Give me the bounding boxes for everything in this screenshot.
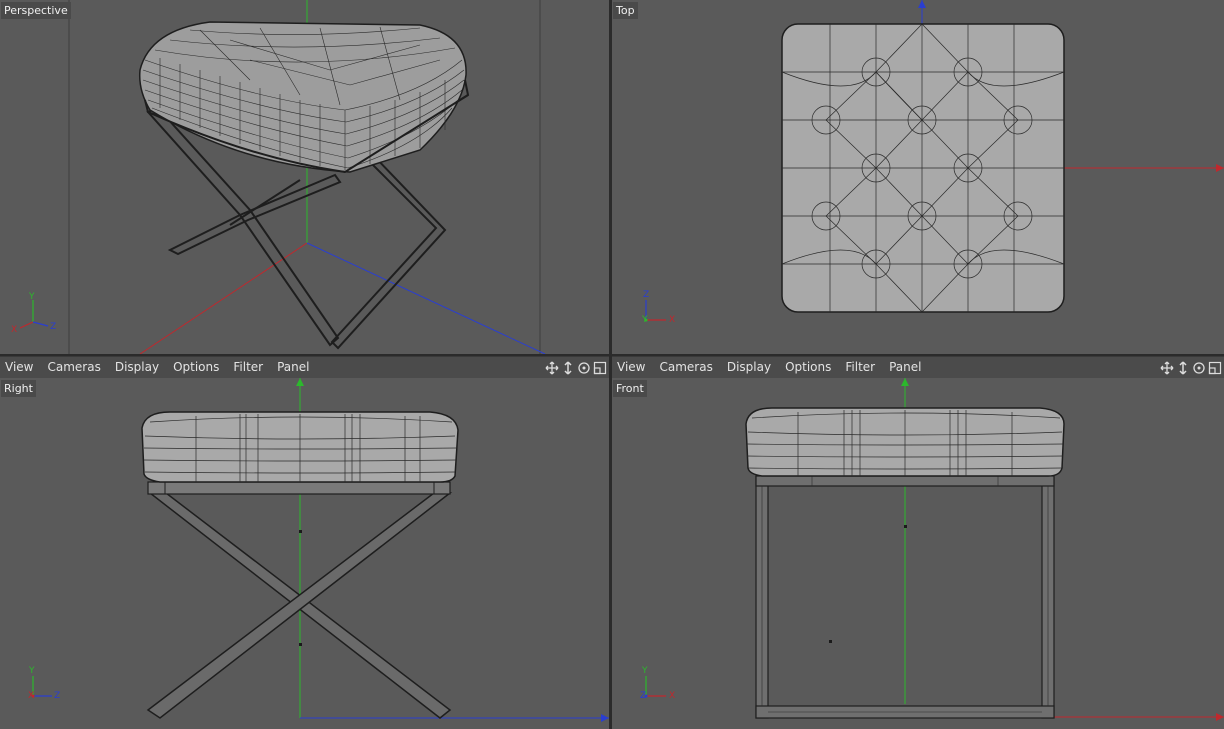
- menu-view[interactable]: View: [0, 357, 40, 378]
- maximize-view-icon[interactable]: [1208, 361, 1222, 375]
- stool-cushion: [745, 407, 1065, 477]
- gizmo-x-label: X: [28, 691, 35, 701]
- gizmo-z-label: Z: [643, 290, 650, 300]
- gizmo-x-label: X: [669, 315, 676, 325]
- scroll-view-icon[interactable]: [561, 360, 575, 375]
- front-viewport-menubar: View Cameras Display Options Filter Pane…: [612, 356, 1224, 379]
- front-viewport[interactable]: Front Y Z X: [612, 378, 1224, 729]
- gizmo-y-label: Y: [29, 292, 35, 302]
- perspective-axis-gizmo: [19, 300, 49, 329]
- move-view-icon[interactable]: [1160, 361, 1174, 375]
- stool-legs: [146, 492, 453, 719]
- viewport-title: Right: [1, 380, 36, 397]
- gizmo-y-label: Y: [642, 666, 648, 676]
- gizmo-y-label: Y: [29, 666, 35, 676]
- menu-filter[interactable]: Filter: [838, 357, 882, 378]
- stool-cushion: [141, 411, 459, 483]
- menu-filter[interactable]: Filter: [226, 357, 270, 378]
- gizmo-z-label: Z: [640, 691, 647, 701]
- front-scene: [644, 378, 1224, 721]
- rotate-view-icon[interactable]: [577, 361, 591, 375]
- menu-options[interactable]: Options: [166, 357, 226, 378]
- seat-frame: [147, 481, 451, 495]
- front-axis-gizmo: [644, 676, 666, 698]
- menu-cameras[interactable]: Cameras: [652, 357, 719, 378]
- gizmo-x-label: X: [669, 691, 676, 701]
- menu-display[interactable]: Display: [108, 357, 166, 378]
- gizmo-x-label: X: [11, 325, 18, 335]
- stool-cushion: [138, 21, 470, 174]
- menu-panel[interactable]: Panel: [882, 357, 928, 378]
- viewport-title: Perspective: [1, 2, 71, 19]
- viewport-divider-vertical[interactable]: [609, 0, 612, 729]
- maximize-view-icon[interactable]: [593, 361, 607, 375]
- perspective-scene: [19, 0, 546, 354]
- perspective-viewport[interactable]: Perspective Y X Z: [0, 0, 609, 354]
- menu-view[interactable]: View: [612, 357, 652, 378]
- right-viewport[interactable]: Right Y X Z: [0, 378, 609, 729]
- move-view-icon[interactable]: [545, 361, 559, 375]
- menu-options[interactable]: Options: [778, 357, 838, 378]
- top-viewport[interactable]: Top Z Y X: [612, 0, 1224, 354]
- viewport-title: Front: [613, 380, 647, 397]
- right-scene: [31, 378, 609, 722]
- scroll-view-icon[interactable]: [1176, 360, 1190, 375]
- gizmo-z-label: Z: [50, 322, 57, 332]
- menu-cameras[interactable]: Cameras: [40, 357, 107, 378]
- gizmo-y-label: Y: [642, 315, 648, 325]
- world-x-axis: [139, 242, 308, 354]
- top-scene: [644, 0, 1224, 322]
- cushion-top-view: [781, 23, 1065, 313]
- rotate-view-icon[interactable]: [1192, 361, 1206, 375]
- menu-display[interactable]: Display: [720, 357, 778, 378]
- viewport-title: Top: [613, 2, 638, 19]
- menu-panel[interactable]: Panel: [270, 357, 316, 378]
- right-viewport-menubar: View Cameras Display Options Filter Pane…: [0, 356, 609, 379]
- viewport-divider-horizontal[interactable]: [0, 354, 1224, 356]
- world-z-axis: [306, 242, 546, 354]
- right-axis-gizmo: [31, 676, 52, 698]
- gizmo-z-label: Z: [54, 691, 61, 701]
